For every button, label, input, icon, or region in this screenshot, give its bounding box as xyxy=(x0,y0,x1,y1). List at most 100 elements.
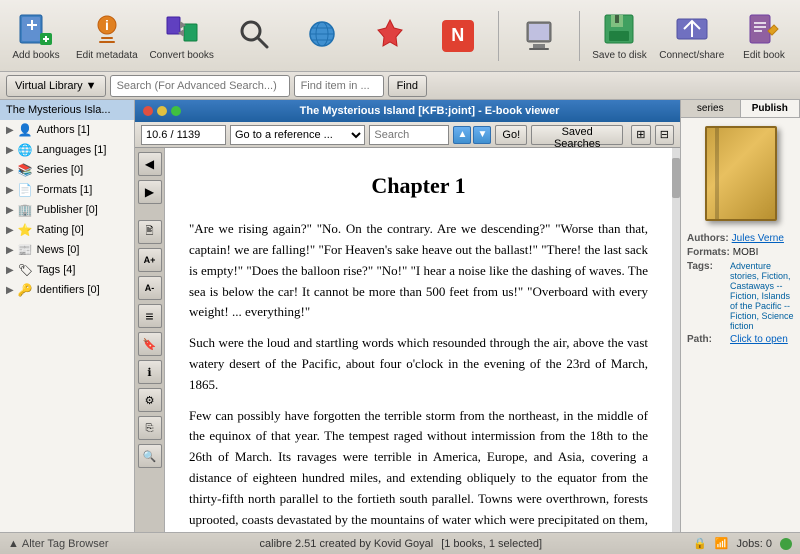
tab-publish[interactable]: Publish xyxy=(741,100,800,117)
chapter-title: Chapter 1 xyxy=(189,168,648,203)
viewer-titlebar: The Mysterious Island [KFB:joint] - E-bo… xyxy=(135,100,680,122)
copy-button[interactable]: ⎘ xyxy=(138,416,162,440)
formats-row: Formats: MOBI xyxy=(687,247,794,258)
sidebar-item-languages[interactable]: ▶ 🌐 Languages [1] xyxy=(0,140,134,160)
book-cover-area xyxy=(681,118,800,229)
book-scrollbar[interactable] xyxy=(672,148,680,532)
edit-metadata-icon: i xyxy=(89,11,125,47)
book-cover-image xyxy=(705,126,777,221)
alter-tag-browser-button[interactable]: ▲ Alter Tag Browser xyxy=(8,538,109,550)
expand-arrow: ▶ xyxy=(6,165,14,176)
sidebar-item-publisher[interactable]: ▶ 🏢 Publisher [0] xyxy=(0,200,134,220)
find-input[interactable] xyxy=(294,75,384,97)
convert-books-icon xyxy=(164,11,200,47)
convert-books-button[interactable]: Convert books xyxy=(148,7,216,65)
viewer-window-title: The Mysterious Island [KFB:joint] - E-bo… xyxy=(187,105,672,117)
text-larger-button[interactable]: A+ xyxy=(138,248,162,272)
globe-button[interactable] xyxy=(292,12,352,59)
book-list-item[interactable]: The Mysterious Isla... xyxy=(0,100,134,120)
jobs-indicator xyxy=(780,538,792,550)
lock-icon: 🔒 xyxy=(693,537,707,550)
sidebar-item-tags[interactable]: ▶ 🏷 Tags [4] xyxy=(0,260,134,280)
news-button[interactable] xyxy=(360,12,420,59)
edit-metadata-label: Edit metadata xyxy=(76,50,138,61)
viewer-search-input[interactable] xyxy=(369,125,449,145)
book-settings-button[interactable]: ⚙ xyxy=(138,388,162,412)
n-button[interactable]: N xyxy=(428,14,488,58)
viewer-toolbar: Go to a reference ... ▲ ▼ Go! Saved Sear… xyxy=(135,122,680,148)
expand-arrow: ▶ xyxy=(6,205,14,216)
toolbar-separator-2 xyxy=(579,11,580,61)
sidebar-item-formats[interactable]: ▶ 📄 Formats [1] xyxy=(0,180,134,200)
add-books-button[interactable]: Add books xyxy=(6,7,66,65)
sidebar-item-authors[interactable]: ▶ 👤 Authors [1] xyxy=(0,120,134,140)
search-big-button[interactable] xyxy=(224,12,284,59)
sidebar-item-rating[interactable]: ▶ ⭐ Rating [0] xyxy=(0,220,134,240)
n-icon: N xyxy=(440,18,476,54)
tags-label: Tags: xyxy=(687,261,727,331)
alter-tag-label: Alter Tag Browser xyxy=(22,538,109,550)
expand-arrow: ▶ xyxy=(6,265,14,276)
saved-searches-button[interactable]: Saved Searches xyxy=(531,125,623,145)
alter-tag-icon: ▲ xyxy=(8,538,19,550)
toolbar-separator-1 xyxy=(498,11,499,61)
connect-share-icon xyxy=(674,11,710,47)
text-smaller-button[interactable]: A- xyxy=(138,276,162,300)
viewer-extra-btn-1[interactable]: ⊞ xyxy=(631,125,650,145)
book-info-button[interactable]: ℹ xyxy=(138,360,162,384)
svg-text:i: i xyxy=(105,17,109,33)
back-nav-button[interactable]: ◀ xyxy=(138,152,162,176)
save-to-disk-button[interactable]: Save to disk xyxy=(589,7,649,65)
authors-value[interactable]: Jules Verne xyxy=(732,233,784,244)
ebook-viewer: The Mysterious Island [KFB:joint] - E-bo… xyxy=(135,100,680,532)
left-sidebar: The Mysterious Isla... ▶ 👤 Authors [1] ▶… xyxy=(0,100,135,532)
book-search-button[interactable]: 🔍 xyxy=(138,444,162,468)
sidebar-item-identifiers[interactable]: ▶ 🔑 Identifiers [0] xyxy=(0,280,134,300)
book-metadata: Authors: Jules Verne Formats: MOBI Tags:… xyxy=(681,229,800,352)
font-size-input[interactable]: 🖹 xyxy=(138,220,162,244)
tab-series[interactable]: series xyxy=(681,100,741,117)
path-value[interactable]: Click to open xyxy=(730,334,788,345)
bookmark-button[interactable]: 🔖 xyxy=(138,332,162,356)
viewer-extra-btn-2[interactable]: ⊟ xyxy=(655,125,674,145)
search-input[interactable] xyxy=(110,75,290,97)
close-dot[interactable] xyxy=(143,106,153,116)
book-paragraph-2: Such were the loud and startling words w… xyxy=(189,333,648,395)
virtual-library-button[interactable]: Virtual Library ▼ xyxy=(6,75,106,97)
go-button[interactable]: Go! xyxy=(495,125,527,145)
book-content-area: ◀ ▶ 🖹 A+ A- ≡ 🔖 ℹ ⚙ ⎘ 🔍 Chapter 1 "Are w… xyxy=(135,148,680,532)
books-selected-info: [1 books, 1 selected] xyxy=(441,538,542,550)
globe-icon xyxy=(304,16,340,52)
maximize-dot[interactable] xyxy=(171,106,181,116)
minimize-dot[interactable] xyxy=(157,106,167,116)
forward-nav-button[interactable]: ▶ xyxy=(138,180,162,204)
expand-arrow: ▶ xyxy=(6,125,14,136)
scrollbar-thumb[interactable] xyxy=(672,158,680,198)
goto-reference-select[interactable]: Go to a reference ... xyxy=(230,125,365,145)
edit-book-label: Edit book xyxy=(743,50,785,61)
page-number-input[interactable] xyxy=(141,125,226,145)
find-button[interactable]: Find xyxy=(388,75,427,97)
status-bar: ▲ Alter Tag Browser calibre 2.51 created… xyxy=(0,532,800,554)
search-bar: Virtual Library ▼ Find xyxy=(0,72,800,100)
add-books-icon xyxy=(18,11,54,47)
edit-book-button[interactable]: Edit book xyxy=(734,7,794,65)
book-sidebar-tools: ◀ ▶ 🖹 A+ A- ≡ 🔖 ℹ ⚙ ⎘ 🔍 xyxy=(135,148,165,532)
book-paragraph-1: "Are we rising again?" "No. On the contr… xyxy=(189,219,648,323)
device-icon-button[interactable] xyxy=(509,14,569,58)
connect-share-label: Connect/share xyxy=(659,50,724,61)
toc-button[interactable]: ≡ xyxy=(138,304,162,328)
edit-metadata-button[interactable]: i Edit metadata xyxy=(74,7,140,65)
book-page: Chapter 1 "Are we rising again?" "No. On… xyxy=(165,148,672,532)
right-panel-tabs: series Publish xyxy=(681,100,800,118)
authors-label: Authors: xyxy=(687,233,729,244)
nav-up-arrow[interactable]: ▲ xyxy=(453,126,471,144)
tags-value: Adventure stories, Fiction, Castaways --… xyxy=(730,261,794,331)
search-big-icon xyxy=(236,16,272,52)
sidebar-item-news[interactable]: ▶ 📰 News [0] xyxy=(0,240,134,260)
expand-arrow: ▶ xyxy=(6,245,14,256)
connect-share-button[interactable]: Connect/share xyxy=(657,7,726,65)
save-to-disk-icon xyxy=(601,11,637,47)
nav-down-arrow[interactable]: ▼ xyxy=(473,126,491,144)
sidebar-item-series[interactable]: ▶ 📚 Series [0] xyxy=(0,160,134,180)
